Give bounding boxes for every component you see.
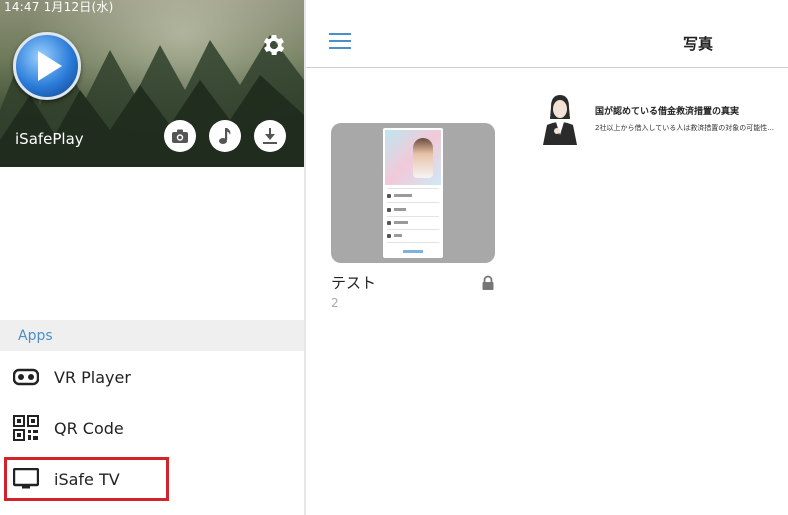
camera-button[interactable] [164,120,196,152]
gear-icon [263,34,285,56]
sidebar-item-vr-player[interactable]: VR Player [0,352,304,402]
app-name: iSafePlay [15,130,84,148]
music-note-icon [219,128,231,144]
top-bar: 写真 [306,0,788,68]
sidebar: 14:47 1月12日(水) iSafePlay Apps VR Player … [0,0,304,515]
selection-highlight [4,457,169,501]
album-preview-image [383,128,443,258]
ad-text: 2社以上から借入している人は救済措置の対象の可能性... [595,124,774,132]
download-button[interactable] [254,120,286,152]
camera-icon [172,129,188,143]
sidebar-item-label: QR Code [54,418,124,438]
play-icon [38,51,62,81]
status-time: 14:47 1月12日(水) [4,0,114,14]
album-count: 2 [331,296,339,310]
music-button[interactable] [209,120,241,152]
vr-headset-icon [12,363,40,391]
app-logo [13,32,81,100]
album-thumbnail[interactable] [331,123,495,263]
download-icon [263,128,277,144]
menu-button[interactable] [329,33,351,51]
album-name[interactable]: テスト [331,272,376,293]
ad-image [543,95,577,145]
sidebar-item-qr-code[interactable]: QR Code [0,403,304,453]
sidebar-item-label: VR Player [54,367,131,387]
lock-icon [482,275,494,290]
ad-title: 国が認めている借金救済措置の真実 [595,107,740,117]
main-content: 写真 テスト 2 国が認めている借金救済措置の真実 2社以上から借入している人は… [306,0,788,515]
hamburger-icon [329,33,351,35]
ad-banner[interactable]: 国が認めている借金救済措置の真実 2社以上から借入している人は救済措置の対象の可… [539,91,788,147]
settings-button[interactable] [260,31,288,59]
apps-section-header: Apps [0,320,304,351]
qr-code-icon [12,414,40,442]
page-title: 写真 [683,35,714,53]
sidebar-banner: 14:47 1月12日(水) iSafePlay [0,0,304,167]
